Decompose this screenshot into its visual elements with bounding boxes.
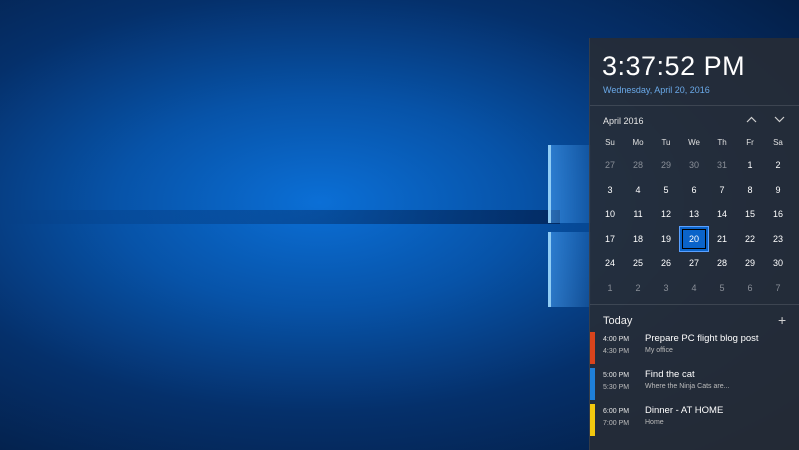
weekday-label: Fr — [746, 138, 754, 147]
calendar-day[interactable]: 28 — [624, 153, 652, 177]
calendar-day[interactable]: 16 — [764, 202, 792, 226]
calendar-month-label[interactable]: April 2016 — [603, 116, 644, 126]
event-color-bar — [590, 332, 595, 364]
event-location: Home — [645, 419, 664, 426]
chevron-up-icon[interactable] — [744, 112, 758, 126]
calendar-day[interactable]: 31 — [708, 153, 736, 177]
calendar-day[interactable]: 2 — [764, 153, 792, 177]
divider — [590, 304, 799, 305]
weekday-label: Tu — [661, 138, 671, 147]
calendar-day[interactable]: 10 — [596, 202, 624, 226]
calendar-day[interactable]: 18 — [624, 227, 652, 251]
calendar-day[interactable]: 29 — [652, 153, 680, 177]
calendar-day[interactable]: 5 — [652, 178, 680, 202]
calendar-day[interactable]: 3 — [652, 276, 680, 300]
calendar-day[interactable]: 3 — [596, 178, 624, 202]
event-end-time: 4:30 PM — [603, 348, 630, 355]
plus-icon[interactable]: + — [778, 312, 786, 328]
weekday-label: Mo — [632, 138, 644, 147]
calendar-day[interactable]: 6 — [736, 276, 764, 300]
event-start-time: 4:00 PM — [603, 336, 630, 343]
calendar-day[interactable]: 24 — [596, 251, 624, 275]
calendar-day[interactable]: 19 — [652, 227, 680, 251]
event-title: Prepare PC flight blog post — [645, 333, 759, 344]
event-location: My office — [645, 347, 673, 354]
calendar-day[interactable]: 30 — [764, 251, 792, 275]
agenda-event[interactable]: 4:00 PM 4:30 PM Prepare PC flight blog pos… — [590, 332, 799, 366]
event-start-time: 6:00 PM — [603, 408, 630, 415]
clock-calendar-flyout: 3:37:52 PM Wednesday, April 20, 2016 Apr… — [589, 38, 799, 450]
calendar-day[interactable]: 20 — [679, 225, 709, 252]
calendar-day[interactable]: 30 — [680, 153, 708, 177]
clock-time: 3:37:52 PM — [602, 51, 746, 81]
calendar-day[interactable]: 8 — [736, 178, 764, 202]
event-end-time: 5:30 PM — [603, 384, 630, 391]
calendar-day[interactable]: 12 — [652, 202, 680, 226]
calendar-day[interactable]: 4 — [624, 178, 652, 202]
weekday-label: Th — [717, 138, 727, 147]
event-end-time: 7:00 PM — [603, 420, 630, 427]
calendar-day[interactable]: 26 — [652, 251, 680, 275]
calendar-day[interactable]: 7 — [708, 178, 736, 202]
divider — [590, 105, 799, 106]
wallpaper-logo-pane — [551, 145, 591, 223]
calendar-day[interactable]: 7 — [764, 276, 792, 300]
event-title: Dinner - AT HOME — [645, 405, 724, 416]
agenda-event[interactable]: 6:00 PM 7:00 PM Dinner - AT HOME Home — [590, 404, 799, 438]
event-color-bar — [590, 368, 595, 400]
calendar-day[interactable]: 14 — [708, 202, 736, 226]
event-title: Find the cat — [645, 369, 695, 380]
wallpaper-ray — [0, 210, 560, 224]
clock-date-link[interactable]: Wednesday, April 20, 2016 — [603, 85, 710, 95]
weekday-label: We — [688, 138, 700, 147]
calendar-day[interactable]: 2 — [624, 276, 652, 300]
calendar-day[interactable]: 28 — [708, 251, 736, 275]
calendar-day[interactable]: 29 — [736, 251, 764, 275]
calendar-day[interactable]: 22 — [736, 227, 764, 251]
weekday-label: Su — [605, 138, 615, 147]
calendar-day[interactable]: 11 — [624, 202, 652, 226]
wallpaper-logo-pane — [551, 232, 591, 307]
agenda-event[interactable]: 5:00 PM 5:30 PM Find the cat Where the Ninj… — [590, 368, 799, 402]
calendar-day[interactable]: 9 — [764, 178, 792, 202]
calendar-day[interactable]: 6 — [680, 178, 708, 202]
calendar-day[interactable]: 5 — [708, 276, 736, 300]
calendar-day[interactable]: 4 — [680, 276, 708, 300]
calendar-day[interactable]: 17 — [596, 227, 624, 251]
event-start-time: 5:00 PM — [603, 372, 630, 379]
event-location: Where the Ninja Cats are... — [645, 383, 730, 390]
event-color-bar — [590, 404, 595, 436]
chevron-down-icon[interactable] — [772, 112, 786, 126]
calendar-day[interactable]: 27 — [680, 251, 708, 275]
calendar-day[interactable]: 1 — [736, 153, 764, 177]
calendar-day[interactable]: 27 — [596, 153, 624, 177]
calendar-day[interactable]: 23 — [764, 227, 792, 251]
weekday-label: Sa — [773, 138, 783, 147]
calendar-day[interactable]: 1 — [596, 276, 624, 300]
calendar-day[interactable]: 15 — [736, 202, 764, 226]
calendar-day[interactable]: 25 — [624, 251, 652, 275]
calendar-day[interactable]: 13 — [680, 202, 708, 226]
calendar-day[interactable]: 21 — [708, 227, 736, 251]
agenda-heading: Today — [603, 315, 633, 327]
